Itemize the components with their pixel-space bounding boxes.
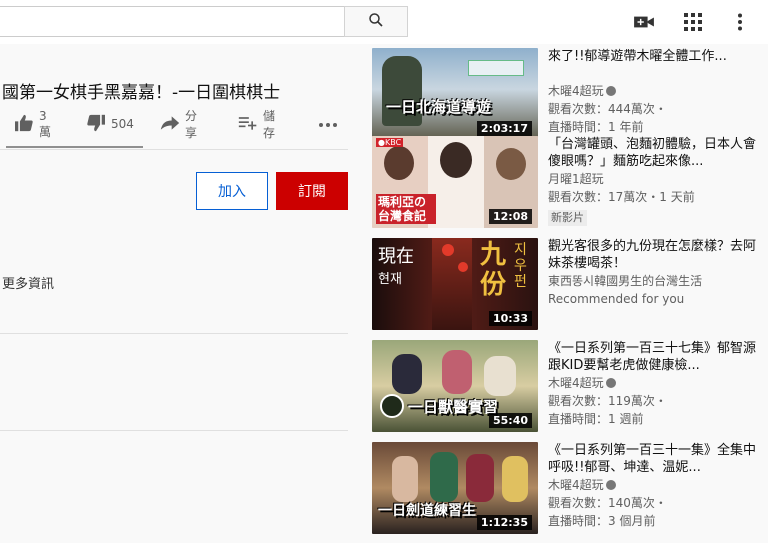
divider <box>0 333 348 334</box>
like-button[interactable]: 3萬 <box>14 109 51 139</box>
channel-name[interactable]: 木曜4超玩 <box>548 84 604 98</box>
view-count: 觀看次數：17萬次・1 天前 <box>548 190 695 204</box>
video-title[interactable]: 「台灣罐頭、泡麵初體驗，日本人會傻眼嗎？」麵筋吃起來像... <box>548 136 758 170</box>
search-icon <box>367 11 385 33</box>
video-title[interactable]: 觀光客很多的九份現在怎麼樣？去阿妹茶樓喝茶！ <box>548 238 758 272</box>
video-duration: 12:08 <box>488 209 532 224</box>
video-duration: 2:03:17 <box>476 121 532 136</box>
video-duration: 1:12:35 <box>476 515 532 530</box>
recommended-video[interactable]: 一日獸醫實習 55:40 《一日系列第一百三十七集》郁智源跟KID要幫老虎做健康… <box>372 340 768 432</box>
recommended-video[interactable]: ●KBC 瑪利亞の台灣食記 12:08 「台灣罐頭、泡麵初體驗，日本人會傻眼嗎？… <box>372 136 768 228</box>
thumbs-down-icon <box>86 114 106 135</box>
channel-name[interactable]: 木曜4超玩 <box>548 478 604 492</box>
video-title: 國第一女棋手黑嘉嘉！-一日圍棋棋士 <box>2 83 281 103</box>
share-icon <box>160 115 180 134</box>
video-thumbnail[interactable]: 一日北海道導遊 2:03:17 <box>372 48 538 140</box>
recommended-video[interactable]: 一日劍道練習生 1:12:35 《一日系列第一百三十一集》全集中呼吸!!郁哥、坤… <box>372 442 768 534</box>
recommended-label: Recommended for you <box>548 292 685 306</box>
channel-name[interactable]: 月曜1超玩 <box>548 172 604 186</box>
video-thumbnail[interactable]: 一日劍道練習生 1:12:35 <box>372 442 538 534</box>
thumbnail-caption: 現在 <box>378 246 414 267</box>
verified-icon <box>605 86 616 96</box>
thumbnail-caption: 瑪利亞の台灣食記 <box>376 194 436 224</box>
new-video-badge: 新影片 <box>548 210 587 226</box>
dislike-button[interactable]: 504 <box>86 112 134 136</box>
recommended-video[interactable]: 現在 현재 九份 지우펀 10:33 觀光客很多的九份現在怎麼樣？去阿妹茶樓喝茶… <box>372 238 768 330</box>
playlist-add-icon <box>238 115 258 134</box>
video-title[interactable]: 《一日系列第一百三十七集》郁智源跟KID要幫老虎做健康檢... <box>548 340 758 374</box>
recommended-video[interactable]: 一日北海道導遊 2:03:17 來了!!郁導遊帶木曜全體工作... 木曜4超玩 … <box>372 48 768 140</box>
view-count: 觀看次數：140萬次・ <box>548 496 667 510</box>
video-title[interactable]: 《一日系列第一百三十一集》全集中呼吸!!郁哥、坤達、温妮... <box>548 442 758 476</box>
apps-grid-icon[interactable] <box>681 10 705 34</box>
like-count: 3萬 <box>39 108 52 139</box>
top-bar <box>0 0 768 44</box>
video-title[interactable]: 來了!!郁導遊帶木曜全體工作... <box>548 48 758 82</box>
thumbnail-caption: 九份 <box>480 240 507 300</box>
thumbnail-caption: 一日劍道練習生 <box>378 503 476 519</box>
upload-time: 直播時間：1 週前 <box>548 412 644 426</box>
view-count: 觀看次數：444萬次・ <box>548 102 667 116</box>
verified-icon <box>605 378 616 388</box>
subscribe-button[interactable]: 訂閱 <box>276 172 348 210</box>
thumbs-up-icon <box>14 114 34 135</box>
channel-name[interactable]: 木曜4超玩 <box>548 376 604 390</box>
dislike-count: 504 <box>111 117 134 131</box>
video-thumbnail[interactable]: 一日獸醫實習 55:40 <box>372 340 538 432</box>
more-actions-button[interactable] <box>318 112 338 136</box>
like-ratio-bar <box>6 146 143 148</box>
save-button[interactable]: 儲存 <box>238 109 275 140</box>
thumbnail-caption: 현재 <box>378 272 402 287</box>
video-thumbnail[interactable]: ●KBC 瑪利亞の台灣食記 12:08 <box>372 136 538 228</box>
view-count: 觀看次數：119萬次・ <box>548 394 667 408</box>
thumbnail-caption: 지우펀 <box>514 242 527 290</box>
video-camera-icon[interactable] <box>632 10 656 34</box>
channel-name[interactable]: 東西똥시韓國男生的台灣生活 <box>548 274 702 288</box>
thumbnail-caption: 一日獸醫實習 <box>408 398 499 416</box>
divider <box>0 149 348 150</box>
video-duration: 10:33 <box>488 311 532 326</box>
search-input[interactable] <box>0 6 345 37</box>
search-button[interactable] <box>344 6 408 37</box>
video-duration: 55:40 <box>488 413 532 428</box>
upload-time: 直播時間：1 年前 <box>548 120 644 134</box>
thumbnail-caption: 一日北海道導遊 <box>386 98 492 116</box>
show-more-link[interactable]: 更多資訊 <box>2 273 54 292</box>
more-vert-icon[interactable] <box>728 10 752 34</box>
verified-icon <box>605 480 616 490</box>
divider <box>0 430 348 431</box>
more-horiz-icon <box>318 117 338 131</box>
join-button[interactable]: 加入 <box>196 172 268 210</box>
share-button[interactable]: 分享 <box>160 109 197 140</box>
upload-time: 直播時間：3 個月前 <box>548 514 656 528</box>
video-thumbnail[interactable]: 現在 현재 九份 지우펀 10:33 <box>372 238 538 330</box>
share-label: 分享 <box>185 109 198 140</box>
save-label: 儲存 <box>263 109 276 140</box>
